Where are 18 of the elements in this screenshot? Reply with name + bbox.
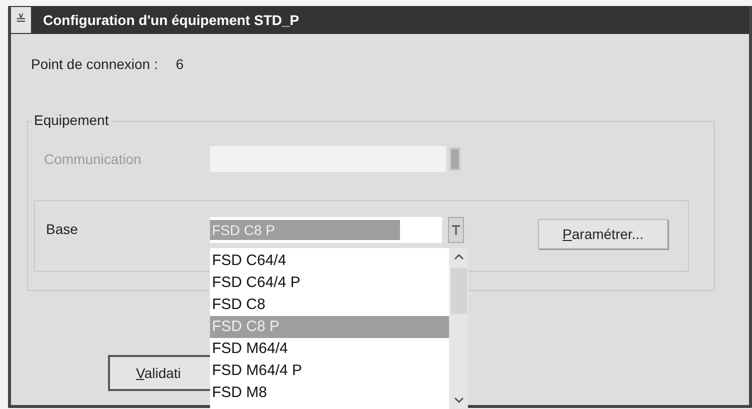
connection-value: 6: [176, 55, 184, 74]
system-menu-button[interactable]: ≚: [11, 7, 31, 33]
connection-label: Point de connexion :: [31, 55, 158, 74]
scroll-down-icon: [454, 397, 464, 403]
base-value: FSD C8 P: [210, 220, 400, 240]
dropdown-button[interactable]: [448, 217, 464, 243]
base-label: Base: [46, 220, 79, 239]
window-title: Configuration d'un équipement STD_P: [43, 10, 300, 30]
scrollbar-thumb[interactable]: [450, 268, 466, 314]
spin-button[interactable]: [449, 147, 461, 171]
dropdown-icon: [452, 225, 460, 235]
scrollbar[interactable]: [449, 248, 468, 409]
scroll-up-icon: [454, 254, 464, 260]
dropdown-option[interactable]: FSD C64/4 P: [210, 272, 449, 294]
configure-button[interactable]: Paramétrer...: [538, 219, 668, 249]
communication-label: Communication: [44, 150, 142, 168]
dropdown-option[interactable]: FSD C64/4: [210, 250, 449, 272]
dropdown-option[interactable]: FSD C8: [210, 294, 449, 316]
